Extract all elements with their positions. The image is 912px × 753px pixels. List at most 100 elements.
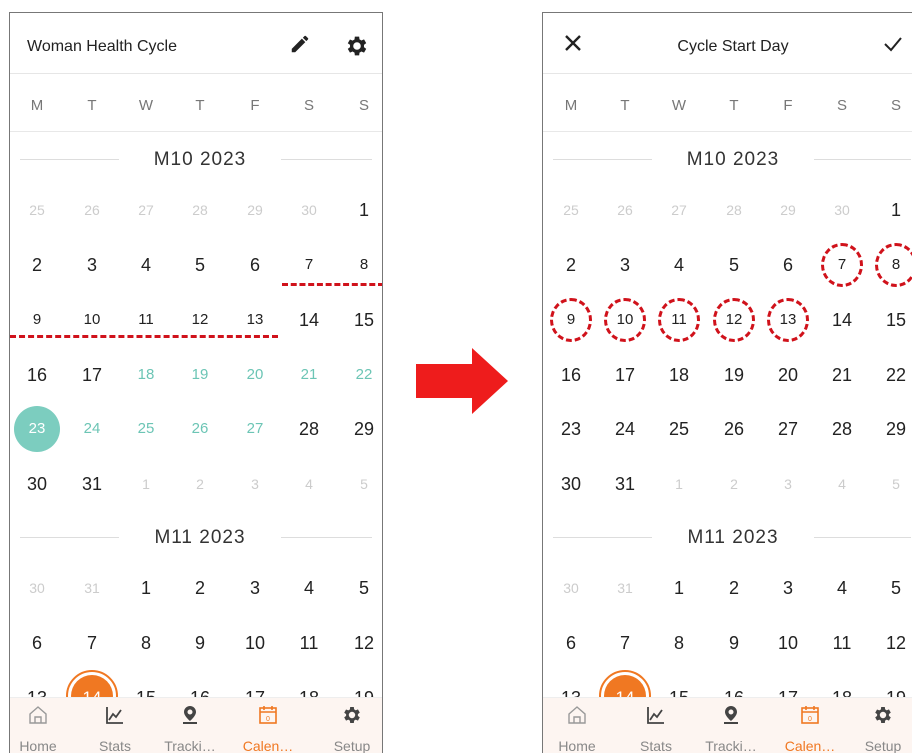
nav-home[interactable]: Home bbox=[543, 698, 614, 753]
calendar-day[interactable]: 31 bbox=[70, 578, 114, 598]
calendar-day[interactable]: 5 bbox=[712, 255, 756, 275]
calendar-day[interactable]: 29 bbox=[233, 200, 277, 220]
calendar-day[interactable]: 5 bbox=[874, 578, 912, 598]
calendar-day[interactable]: 20 bbox=[233, 365, 277, 385]
calendar-day[interactable]: 1 bbox=[657, 474, 701, 494]
calendar-day[interactable]: 5 bbox=[874, 474, 912, 494]
calendar-day[interactable]: 4 bbox=[287, 474, 331, 494]
calendar-day[interactable]: 28 bbox=[820, 419, 864, 439]
calendar-day[interactable]: 10 bbox=[766, 633, 810, 653]
calendar-day[interactable]: 1 bbox=[124, 578, 168, 598]
calendar-day[interactable]: 4 bbox=[820, 578, 864, 598]
calendar-day[interactable]: 29 bbox=[342, 419, 382, 439]
calendar-day[interactable]: 31 bbox=[603, 578, 647, 598]
calendar-day[interactable]: 6 bbox=[233, 255, 277, 275]
calendar-day[interactable]: 10 bbox=[70, 310, 114, 330]
calendar-day[interactable]: 28 bbox=[287, 419, 331, 439]
calendar-day[interactable]: 12 bbox=[178, 310, 222, 330]
calendar-day[interactable]: 6 bbox=[15, 633, 59, 653]
edit-pencil-icon[interactable] bbox=[289, 33, 311, 60]
calendar-day[interactable]: 15 bbox=[342, 310, 382, 330]
calendar-day[interactable]: 17 bbox=[70, 365, 114, 385]
nav-gear[interactable]: Setup bbox=[315, 698, 382, 753]
calendar-day[interactable]: 3 bbox=[766, 578, 810, 598]
calendar-day[interactable]: 26 bbox=[70, 200, 114, 220]
calendar-day[interactable]: 13 bbox=[233, 310, 277, 330]
calendar-day[interactable]: 1 bbox=[874, 200, 912, 220]
calendar-day[interactable]: 29 bbox=[874, 419, 912, 439]
calendar-day[interactable]: 2 bbox=[15, 255, 59, 275]
confirm-check-icon[interactable] bbox=[883, 35, 903, 58]
calendar-day[interactable]: 2 bbox=[178, 474, 222, 494]
calendar-day[interactable]: 14 bbox=[287, 310, 331, 330]
calendar-day[interactable]: 30 bbox=[15, 474, 59, 494]
nav-calendar[interactable]: 0 Calen… bbox=[773, 698, 847, 753]
calendar-day[interactable]: 17 bbox=[603, 365, 647, 385]
calendar-day[interactable]: 20 bbox=[766, 365, 810, 385]
calendar-day[interactable]: 28 bbox=[712, 200, 756, 220]
calendar-day[interactable]: 2 bbox=[712, 578, 756, 598]
calendar-day[interactable]: 3 bbox=[766, 474, 810, 494]
calendar-day[interactable]: 5 bbox=[178, 255, 222, 275]
calendar-day[interactable]: 1 bbox=[657, 578, 701, 598]
calendar-day[interactable]: 5 bbox=[342, 474, 382, 494]
calendar-day[interactable]: 25 bbox=[15, 200, 59, 220]
calendar-day[interactable]: 10 bbox=[233, 633, 277, 653]
calendar-day[interactable]: 27 bbox=[657, 200, 701, 220]
calendar-day[interactable]: 29 bbox=[766, 200, 810, 220]
calendar-day[interactable]: 22 bbox=[874, 365, 912, 385]
calendar-day[interactable]: 26 bbox=[178, 419, 222, 439]
calendar-day[interactable]: 23 bbox=[15, 419, 59, 439]
calendar-day[interactable]: 26 bbox=[712, 419, 756, 439]
calendar-day[interactable]: 1 bbox=[124, 474, 168, 494]
calendar-day[interactable]: 3 bbox=[233, 474, 277, 494]
calendar-day[interactable]: 25 bbox=[124, 419, 168, 439]
calendar-day[interactable]: 4 bbox=[124, 255, 168, 275]
calendar-day[interactable]: 31 bbox=[70, 474, 114, 494]
nav-stats[interactable]: Stats bbox=[78, 698, 152, 753]
calendar-day[interactable]: 7 bbox=[287, 255, 331, 275]
calendar-day[interactable]: 21 bbox=[820, 365, 864, 385]
calendar-day[interactable]: 2 bbox=[178, 578, 222, 598]
calendar-day[interactable]: 1 bbox=[342, 200, 382, 220]
settings-gear-icon[interactable] bbox=[344, 33, 370, 64]
calendar-day[interactable]: 9 bbox=[15, 310, 59, 330]
calendar-day[interactable]: 23 bbox=[549, 419, 593, 439]
nav-gear[interactable]: Setup bbox=[846, 698, 912, 753]
calendar-day[interactable]: 2 bbox=[712, 474, 756, 494]
calendar-day[interactable]: 18 bbox=[124, 365, 168, 385]
calendar-day[interactable]: 30 bbox=[15, 578, 59, 598]
calendar-day[interactable]: 4 bbox=[287, 578, 331, 598]
calendar-day[interactable]: 27 bbox=[766, 419, 810, 439]
calendar-day[interactable]: 27 bbox=[233, 419, 277, 439]
calendar-day[interactable]: 11 bbox=[820, 633, 864, 653]
calendar-day[interactable]: 30 bbox=[549, 474, 593, 494]
nav-home[interactable]: Home bbox=[10, 698, 75, 753]
calendar-day[interactable]: 11 bbox=[287, 633, 331, 653]
calendar-day[interactable]: 7 bbox=[603, 633, 647, 653]
calendar-day[interactable]: 30 bbox=[287, 200, 331, 220]
nav-tracking-pin[interactable]: Tracki… bbox=[153, 698, 227, 753]
nav-stats[interactable]: Stats bbox=[619, 698, 693, 753]
calendar-day[interactable]: 30 bbox=[820, 200, 864, 220]
calendar-day[interactable]: 5 bbox=[342, 578, 382, 598]
calendar-day[interactable]: 24 bbox=[70, 419, 114, 439]
calendar-day[interactable]: 2 bbox=[549, 255, 593, 275]
calendar-day[interactable]: 31 bbox=[603, 474, 647, 494]
calendar-day[interactable]: 6 bbox=[549, 633, 593, 653]
calendar-day[interactable]: 6 bbox=[766, 255, 810, 275]
calendar-day[interactable]: 7 bbox=[70, 633, 114, 653]
calendar-day[interactable]: 12 bbox=[874, 633, 912, 653]
calendar-day[interactable]: 11 bbox=[124, 310, 168, 330]
nav-tracking-pin[interactable]: Tracki… bbox=[694, 698, 768, 753]
calendar-day[interactable]: 9 bbox=[712, 633, 756, 653]
calendar-day[interactable]: 3 bbox=[70, 255, 114, 275]
calendar-day[interactable]: 8 bbox=[657, 633, 701, 653]
nav-calendar[interactable]: 0 Calen… bbox=[231, 698, 305, 753]
calendar-day[interactable]: 12 bbox=[342, 633, 382, 653]
calendar-day[interactable]: 21 bbox=[287, 365, 331, 385]
calendar-day[interactable]: 4 bbox=[657, 255, 701, 275]
calendar-day[interactable]: 14 bbox=[820, 310, 864, 330]
calendar-day[interactable]: 24 bbox=[603, 419, 647, 439]
calendar-day[interactable]: 19 bbox=[712, 365, 756, 385]
